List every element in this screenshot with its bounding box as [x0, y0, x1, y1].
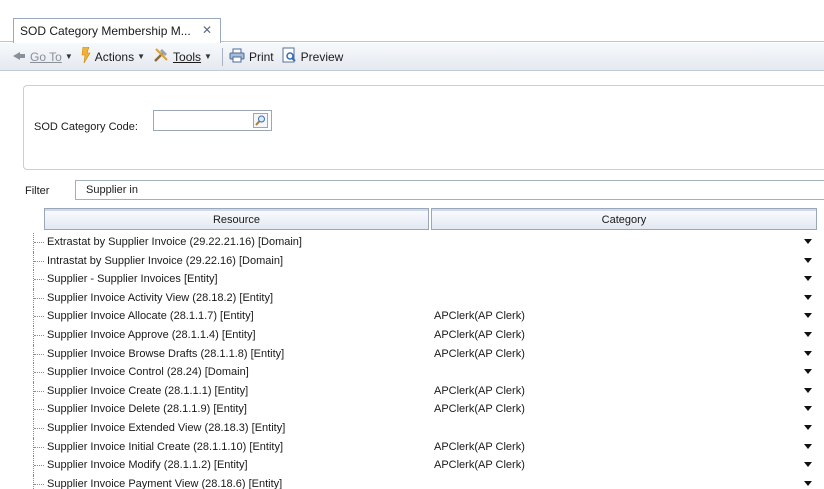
tree-branch	[34, 446, 44, 448]
category-dropdown-icon[interactable]	[804, 462, 812, 468]
tab-sod-category-membership[interactable]: SOD Category Membership M... ✕	[13, 18, 221, 43]
category-dropdown-icon[interactable]	[804, 294, 812, 300]
category-dropdown-icon[interactable]	[804, 313, 812, 319]
tools-icon	[153, 47, 169, 66]
preview-button[interactable]: Preview	[282, 47, 344, 66]
resource-cell: Supplier Invoice Approve (28.1.1.4) [Ent…	[47, 328, 256, 341]
tools-label: Tools	[173, 49, 202, 64]
tree-branch	[34, 334, 44, 336]
chevron-down-icon: ▼	[64, 52, 73, 61]
tree-branch	[34, 316, 44, 318]
category-cell: APClerk(AP Clerk)	[434, 328, 525, 341]
table-row[interactable]: Supplier Invoice Payment View (28.18.6) …	[0, 474, 824, 489]
actions-label: Actions	[94, 49, 135, 64]
tree-branch	[34, 279, 44, 281]
goto-label: Go To	[30, 49, 62, 64]
resource-cell: Supplier Invoice Extended View (28.18.3)…	[47, 421, 286, 434]
table-row[interactable]: Supplier Invoice Delete (28.1.1.9) [Enti…	[0, 400, 824, 419]
category-dropdown-icon[interactable]	[804, 257, 812, 263]
category-cell: APClerk(AP Clerk)	[434, 459, 525, 472]
resource-cell: Supplier Invoice Allocate (28.1.1.7) [En…	[47, 310, 254, 323]
tree-branch	[34, 465, 44, 467]
toolbar-separator	[221, 47, 223, 66]
print-label: Print	[248, 49, 274, 64]
category-cell: APClerk(AP Clerk)	[434, 440, 525, 453]
table-row[interactable]: Supplier Invoice Activity View (28.18.2)…	[0, 288, 824, 308]
category-cell: APClerk(AP Clerk)	[434, 347, 525, 360]
tree-branch	[34, 242, 44, 243]
tree-branch	[34, 297, 44, 299]
resource-cell: Supplier Invoice Control (28.24) [Domain…	[47, 366, 249, 379]
close-icon[interactable]: ✕	[202, 23, 212, 37]
preview-label: Preview	[300, 49, 344, 64]
table-row[interactable]: Supplier Invoice Browse Drafts (28.1.1.8…	[0, 344, 824, 364]
category-cell: APClerk(AP Clerk)	[434, 310, 525, 323]
resource-cell: Supplier Invoice Initial Create (28.1.1.…	[47, 440, 284, 453]
resource-cell: Supplier Invoice Activity View (28.18.2)…	[47, 291, 274, 304]
lightning-icon	[81, 46, 91, 66]
category-dropdown-icon[interactable]	[804, 350, 812, 356]
goto-arrow-icon	[12, 50, 26, 64]
window-top-strip	[0, 0, 824, 8]
table-row[interactable]: Supplier Invoice Approve (28.1.1.4) [Ent…	[0, 325, 824, 345]
resource-cell: Supplier Invoice Modify (28.1.1.2) [Enti…	[47, 459, 248, 472]
table-row[interactable]: Supplier Invoice Extended View (28.18.3)…	[0, 418, 824, 438]
resource-cell: Supplier - Supplier Invoices [Entity]	[47, 273, 218, 286]
column-header-resource[interactable]: Resource	[44, 208, 429, 230]
category-dropdown-icon[interactable]	[804, 387, 812, 393]
toolbar: Go To ▼ Actions ▼ Tools ▼ Print Preview	[0, 43, 824, 71]
column-header-category[interactable]: Category	[431, 208, 817, 230]
grid-body: Extrastat by Supplier Invoice (29.22.21.…	[0, 233, 824, 489]
sod-category-code-label: SOD Category Code:	[34, 121, 138, 133]
tree-branch	[34, 483, 44, 485]
table-row[interactable]: Supplier Invoice Control (28.24) [Domain…	[0, 363, 824, 382]
sod-category-code-input[interactable]	[153, 110, 272, 131]
tree-branch	[34, 427, 44, 429]
resource-cell: Supplier Invoice Browse Drafts (28.1.1.8…	[47, 347, 285, 360]
tree-branch	[34, 260, 44, 262]
print-button[interactable]: Print	[229, 48, 274, 66]
category-dropdown-icon[interactable]	[804, 424, 812, 430]
tree-branch	[34, 409, 44, 411]
tree-branch	[34, 390, 44, 392]
category-dropdown-icon[interactable]	[804, 276, 812, 282]
category-cell: APClerk(AP Clerk)	[434, 384, 525, 397]
category-dropdown-icon[interactable]	[804, 480, 812, 486]
tab-bar: SOD Category Membership M... ✕	[0, 8, 824, 43]
filter-label: Filter	[25, 185, 50, 197]
chevron-down-icon: ▼	[204, 52, 212, 61]
tree-branch	[34, 372, 44, 374]
chevron-down-icon: ▼	[137, 52, 146, 61]
category-dropdown-icon[interactable]	[804, 443, 812, 449]
table-row[interactable]: Supplier Invoice Initial Create (28.1.1.…	[0, 437, 824, 457]
table-row[interactable]: Supplier - Supplier Invoices [Entity]	[0, 270, 824, 289]
table-row[interactable]: Supplier Invoice Create (28.1.1.1) [Enti…	[0, 381, 824, 401]
grid-header: Resource Category	[44, 208, 824, 230]
tree-branch	[34, 353, 44, 355]
table-row[interactable]: Supplier Invoice Modify (28.1.1.2) [Enti…	[0, 456, 824, 475]
category-dropdown-icon[interactable]	[804, 239, 812, 244]
lookup-icon[interactable]	[253, 113, 268, 128]
criteria-panel: SOD Category Code:	[23, 85, 824, 170]
resource-cell: Supplier Invoice Create (28.1.1.1) [Enti…	[47, 384, 249, 397]
table-row[interactable]: Intrastat by Supplier Invoice (29.22.16)…	[0, 251, 824, 271]
printer-icon	[229, 48, 245, 66]
table-row[interactable]: Supplier Invoice Allocate (28.1.1.7) [En…	[0, 307, 824, 326]
category-dropdown-icon[interactable]	[804, 331, 812, 337]
preview-icon	[282, 47, 297, 66]
resource-cell: Intrastat by Supplier Invoice (29.22.16)…	[47, 254, 284, 267]
filter-input[interactable]: Supplier in	[75, 180, 824, 200]
resource-cell: Supplier Invoice Payment View (28.18.6) …	[47, 477, 283, 489]
category-dropdown-icon[interactable]	[804, 406, 812, 412]
category-cell: APClerk(AP Clerk)	[434, 403, 525, 416]
tools-button[interactable]: Tools ▼	[153, 47, 212, 66]
resource-cell: Extrastat by Supplier Invoice (29.22.21.…	[47, 236, 302, 248]
table-row[interactable]: Extrastat by Supplier Invoice (29.22.21.…	[0, 233, 824, 252]
tree-line	[33, 474, 34, 489]
resource-cell: Supplier Invoice Delete (28.1.1.9) [Enti…	[47, 403, 247, 416]
actions-button[interactable]: Actions ▼	[81, 46, 146, 66]
tab-title: SOD Category Membership M...	[20, 24, 191, 38]
category-dropdown-icon[interactable]	[804, 369, 812, 375]
goto-button[interactable]: Go To ▼	[12, 50, 73, 64]
